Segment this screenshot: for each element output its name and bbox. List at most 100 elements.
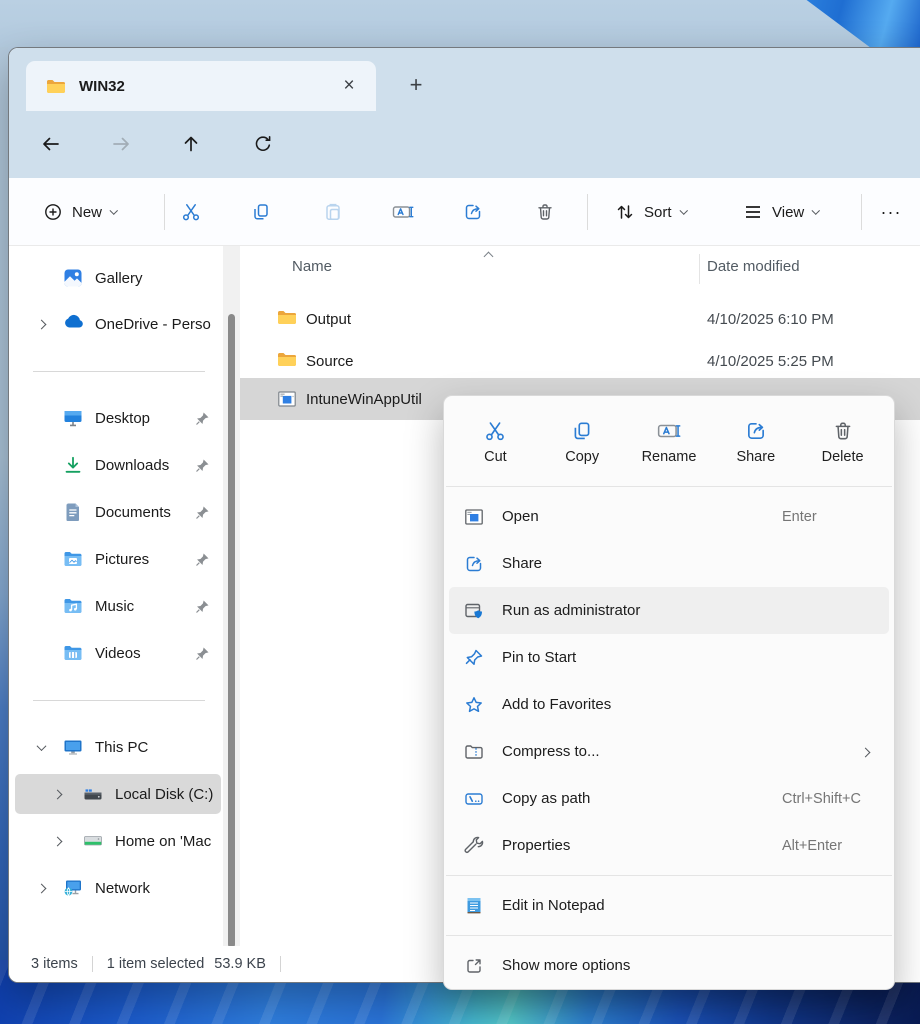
sidebar-item-music[interactable]: Music — [15, 586, 221, 626]
menu-divider — [446, 875, 892, 876]
chevron-right-icon[interactable] — [49, 791, 65, 798]
sidebar-item-downloads[interactable]: Downloads — [15, 445, 221, 485]
desktop-icon — [63, 408, 83, 428]
submenu-chevron-icon — [862, 743, 869, 760]
navigation-bar: This PC Local Disk (C:) WIN32 — [9, 111, 920, 178]
local-disk-icon — [83, 784, 103, 804]
sidebar-divider — [33, 700, 205, 701]
chevron-right-icon[interactable] — [33, 885, 49, 892]
menu-item-add-to-favorites[interactable]: Add to Favorites — [449, 681, 889, 728]
delete-button[interactable] — [525, 194, 565, 230]
sidebar-item-desktop[interactable]: Desktop — [15, 398, 221, 438]
this-pc-icon — [63, 737, 83, 757]
file-row-output[interactable]: Output 4/10/2025 6:10 PM — [240, 298, 920, 340]
column-header-date-modified[interactable]: Date modified — [707, 258, 800, 275]
toolbar-divider — [861, 194, 862, 230]
sidebar-scrollbar[interactable] — [223, 246, 240, 946]
paste-icon[interactable] — [313, 194, 353, 230]
chevron-down-icon[interactable] — [33, 744, 49, 751]
file-row-source[interactable]: Source 4/10/2025 5:25 PM — [240, 340, 920, 382]
copy-quick-action[interactable]: Copy — [539, 404, 626, 480]
rename-quick-action[interactable]: Rename — [626, 404, 713, 480]
selection-size: 53.9 KB — [214, 956, 266, 972]
wrench-icon — [463, 835, 485, 857]
menu-divider — [446, 935, 892, 936]
sidebar-item-onedrive[interactable]: OneDrive - Perso — [15, 304, 221, 344]
rename-button[interactable] — [383, 194, 423, 230]
pin-icon[interactable] — [195, 599, 211, 614]
tab-win32[interactable]: WIN32 × — [26, 61, 376, 111]
sidebar-item-pictures[interactable]: Pictures — [15, 539, 221, 579]
menu-item-copy-as-path[interactable]: Copy as path Ctrl+Shift+C — [449, 775, 889, 822]
up-icon[interactable] — [172, 125, 210, 163]
status-divider — [280, 956, 281, 972]
new-tab-icon[interactable]: + — [399, 68, 433, 102]
menu-divider — [446, 486, 892, 487]
open-icon — [463, 506, 485, 528]
sidebar-item-this-pc[interactable]: This PC — [15, 727, 221, 767]
sidebar-item-home-drive[interactable]: Home on 'Mac — [15, 821, 221, 861]
sidebar-item-gallery[interactable]: Gallery — [15, 258, 221, 298]
menu-item-share[interactable]: Share — [449, 540, 889, 587]
sort-button[interactable]: Sort — [605, 194, 696, 230]
more-options-icon[interactable]: ··· — [871, 194, 911, 230]
menu-item-open[interactable]: Open Enter — [449, 493, 889, 540]
chevron-right-icon[interactable] — [33, 321, 49, 328]
chevron-down-icon — [679, 207, 687, 215]
back-icon[interactable] — [32, 125, 70, 163]
pin-icon[interactable] — [195, 458, 211, 473]
pin-icon[interactable] — [195, 646, 211, 661]
title-bar: WIN32 × + — [9, 48, 920, 111]
sidebar-item-local-disk[interactable]: Local Disk (C:) — [15, 774, 221, 814]
selection-count: 1 item selected — [107, 956, 205, 972]
star-icon — [463, 694, 485, 716]
copy-icon — [571, 420, 593, 442]
menu-item-pin-to-start[interactable]: Pin to Start — [449, 634, 889, 681]
menu-item-edit-in-notepad[interactable]: Edit in Notepad — [449, 882, 889, 929]
documents-icon — [63, 502, 83, 522]
cut-quick-action[interactable]: Cut — [452, 404, 539, 480]
pin-icon[interactable] — [195, 505, 211, 520]
delete-icon — [832, 420, 854, 442]
delete-quick-action[interactable]: Delete — [799, 404, 886, 480]
pin-icon[interactable] — [195, 552, 211, 567]
menu-item-show-more-options[interactable]: Show more options — [449, 942, 889, 989]
refresh-icon[interactable] — [244, 125, 282, 163]
view-button[interactable]: View — [733, 194, 829, 230]
forward-icon[interactable] — [102, 125, 140, 163]
chevron-down-icon — [812, 207, 820, 215]
menu-item-compress-to[interactable]: Compress to... — [449, 728, 889, 775]
sort-button-label: Sort — [644, 204, 672, 221]
status-divider — [92, 956, 93, 972]
folder-icon — [46, 78, 66, 94]
menu-item-properties[interactable]: Properties Alt+Enter — [449, 822, 889, 869]
sidebar-divider — [33, 371, 205, 372]
copy-button[interactable] — [241, 194, 281, 230]
music-icon — [63, 596, 83, 616]
toolbar-divider — [587, 194, 588, 230]
wallpaper-left-strip — [0, 47, 8, 1024]
wallpaper-ribbon — [710, 0, 920, 47]
close-tab-icon[interactable]: × — [334, 71, 364, 101]
cut-icon — [484, 420, 506, 442]
context-menu: Cut Copy Rename Share — [443, 395, 895, 990]
compress-icon — [463, 741, 485, 763]
sidebar-item-documents[interactable]: Documents — [15, 492, 221, 532]
pin-icon[interactable] — [195, 411, 211, 426]
gallery-icon — [63, 268, 83, 288]
desktop: WIN32 × + This PC — [0, 0, 920, 1024]
notepad-icon — [463, 895, 485, 917]
sidebar-item-network[interactable]: Network — [15, 868, 221, 908]
network-icon — [63, 878, 83, 898]
share-button[interactable] — [453, 194, 493, 230]
menu-item-run-as-administrator[interactable]: Run as administrator — [449, 587, 889, 634]
chevron-right-icon[interactable] — [49, 838, 65, 845]
view-button-label: View — [772, 204, 804, 221]
new-button[interactable]: New — [33, 194, 127, 230]
share-quick-action[interactable]: Share — [712, 404, 799, 480]
column-header-name[interactable]: Name — [292, 258, 332, 275]
cut-button[interactable] — [171, 194, 211, 230]
column-divider[interactable] — [699, 254, 700, 284]
sidebar-item-videos[interactable]: Videos — [15, 633, 221, 673]
scrollbar-thumb[interactable] — [228, 314, 235, 948]
